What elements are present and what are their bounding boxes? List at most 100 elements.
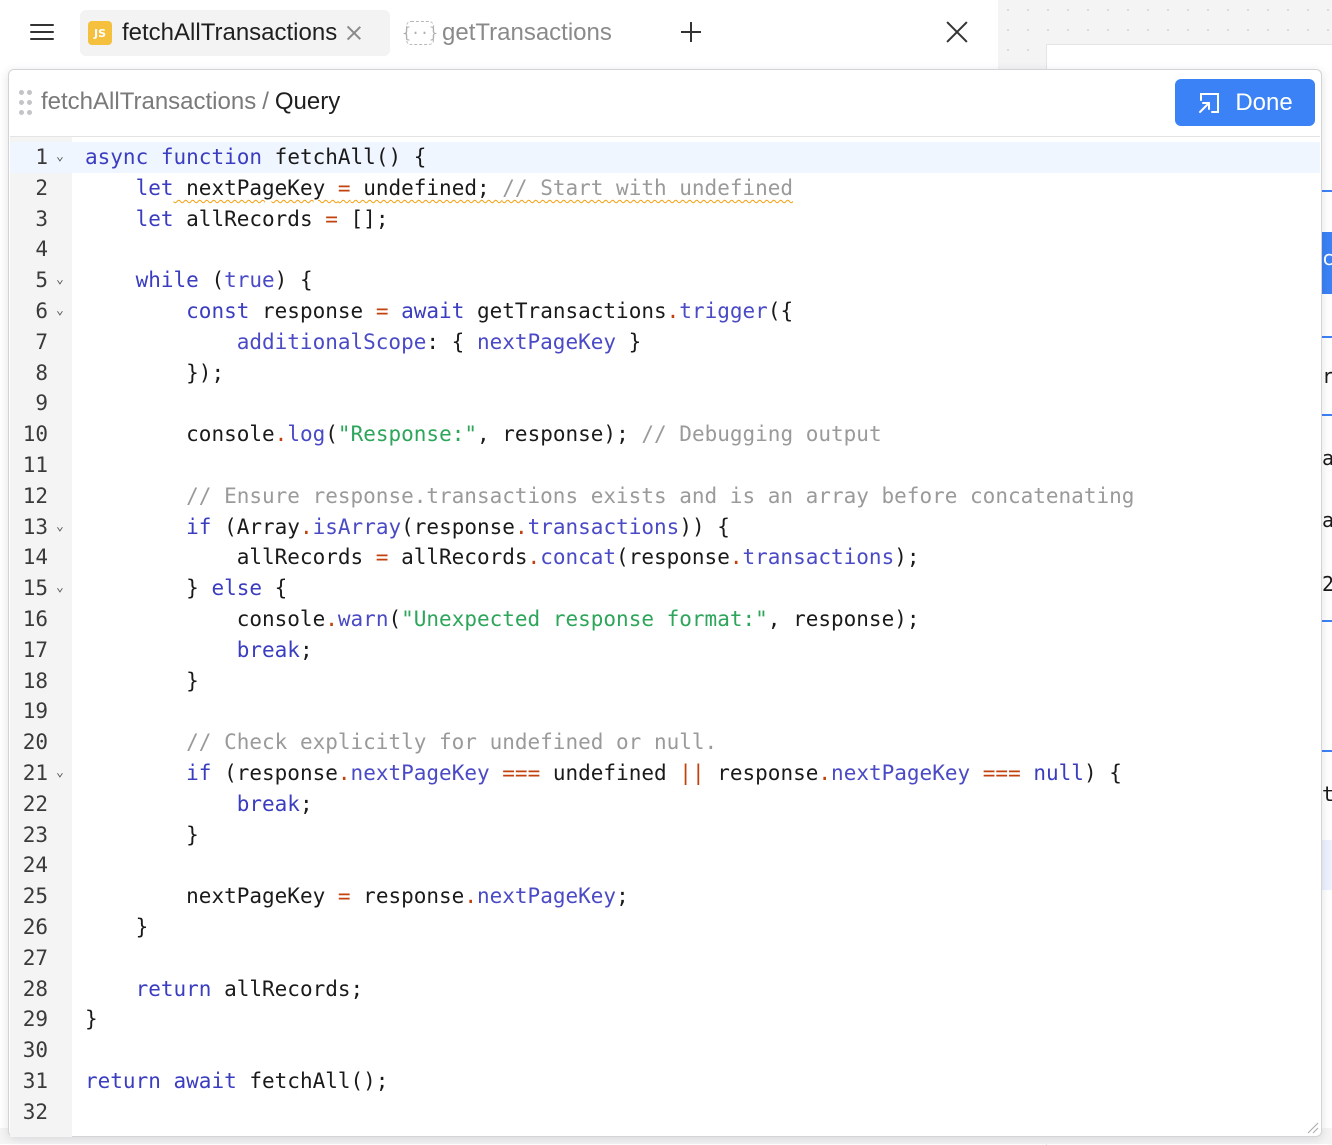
- code-line[interactable]: 23 }: [10, 820, 1320, 851]
- code-token: (: [325, 422, 338, 447]
- line-number: 17: [22, 637, 48, 662]
- code-token: allRecords: [236, 545, 376, 570]
- fold-chevron-icon[interactable]: ⌄: [56, 512, 68, 543]
- code-line[interactable]: 5 ⌄ while (true) {: [10, 265, 1320, 296]
- code-token: ||: [679, 761, 705, 785]
- code-line[interactable]: 4: [10, 234, 1320, 265]
- code-token: const: [186, 299, 250, 323]
- code-line[interactable]: 10 console.log("Response:", response); /…: [10, 419, 1320, 450]
- code-token: additionalScope: [236, 329, 427, 354]
- close-icon[interactable]: [345, 24, 363, 42]
- fold-chevron-icon[interactable]: ⌄: [56, 296, 68, 327]
- code-token: console: [186, 422, 275, 447]
- collapse-icon: [1199, 92, 1220, 113]
- code-line[interactable]: 31 return await fetchAll();: [10, 1066, 1320, 1097]
- background-mark: [1322, 414, 1332, 416]
- panel-header: fetchAllTransactions / Query Done: [9, 70, 1321, 136]
- line-number: 32: [22, 1099, 48, 1124]
- code-line[interactable]: 26 }: [10, 912, 1320, 943]
- code-line[interactable]: 32: [10, 1097, 1320, 1128]
- code-line[interactable]: 9: [10, 388, 1320, 419]
- code-line[interactable]: 14 allRecords = allRecords.concat(respon…: [10, 542, 1320, 573]
- code-line[interactable]: 30: [10, 1035, 1320, 1066]
- background-letter: a: [1322, 446, 1332, 470]
- code-token: ===: [982, 761, 1021, 785]
- code-line[interactable]: 1 ⌄ async function fetchAll() {: [10, 142, 1320, 173]
- line-number: 4: [35, 237, 48, 262]
- code-token: null: [1033, 761, 1084, 785]
- done-label: Done: [1235, 88, 1293, 116]
- code-token: .: [527, 545, 541, 570]
- code-line[interactable]: 25 nextPageKey = response.nextPageKey;: [10, 881, 1320, 912]
- fold-chevron-icon[interactable]: ⌄: [56, 758, 68, 789]
- breadcrumb-parent[interactable]: fetchAllTransactions: [41, 88, 256, 115]
- code-line[interactable]: 12 // Ensure response.transactions exist…: [10, 481, 1320, 512]
- plus-icon[interactable]: [679, 20, 703, 44]
- code-token: fetchAll() {: [262, 145, 427, 169]
- code-line[interactable]: 3 let allRecords = [];: [10, 204, 1320, 235]
- code-line[interactable]: 2 let nextPageKey = undefined; // Start …: [10, 173, 1320, 204]
- line-number: 25: [22, 884, 48, 909]
- line-number: 18: [22, 668, 48, 693]
- code-line[interactable]: 20 // Check explicitly for undefined or …: [10, 727, 1320, 758]
- background-row: [1322, 840, 1332, 890]
- close-icon[interactable]: [946, 21, 968, 43]
- code-line[interactable]: 24: [10, 850, 1320, 881]
- code-token: if: [186, 514, 212, 539]
- line-number: 15: [22, 576, 48, 601]
- code-line[interactable]: 16 console.warn("Unexpected response for…: [10, 604, 1320, 635]
- line-number: 10: [22, 422, 48, 447]
- code-token: , response);: [767, 607, 920, 631]
- breadcrumb-current: Query: [274, 88, 341, 115]
- code-token: nextPageKey: [173, 175, 338, 200]
- code-token: nextPageKey: [476, 329, 617, 354]
- js-file-icon: JS: [88, 21, 112, 45]
- breadcrumb: fetchAllTransactions / Query: [41, 88, 340, 116]
- background-letter: 2: [1322, 572, 1332, 596]
- code-token: concat: [540, 545, 617, 570]
- fold-chevron-icon[interactable]: ⌄: [56, 573, 68, 604]
- fold-chevron-icon[interactable]: ⌄: [56, 265, 68, 296]
- code-token: console: [236, 607, 326, 631]
- code-token: .: [325, 607, 338, 631]
- code-editor[interactable]: 1 ⌄ async function fetchAll() { 2 let next…: [10, 136, 1320, 1137]
- code-token: : {: [426, 329, 477, 354]
- tab-gettransactions[interactable]: {··} getTransactions: [402, 10, 654, 56]
- done-button[interactable]: Done: [1175, 79, 1315, 126]
- line-number: 22: [22, 791, 48, 816]
- code-line[interactable]: 21 ⌄ if (response.nextPageKey === undefin…: [10, 758, 1320, 789]
- code-token: (: [198, 268, 225, 293]
- code-line[interactable]: 19: [10, 696, 1320, 727]
- code-line[interactable]: 27: [10, 943, 1320, 974]
- code-token: }: [186, 668, 199, 693]
- code-line[interactable]: 7 additionalScope: { nextPageKey }: [10, 327, 1320, 358]
- code-line[interactable]: 8 });: [10, 358, 1320, 389]
- background-mark: [1322, 190, 1332, 192]
- code-line[interactable]: 13 ⌄ if (Array.isArray(response.transacti…: [10, 512, 1320, 543]
- code-line[interactable]: 6 ⌄ const response = await getTransaction…: [10, 296, 1320, 327]
- code-line[interactable]: 22 break;: [10, 789, 1320, 820]
- line-number: 3: [35, 206, 48, 231]
- line-number: 7: [35, 329, 48, 354]
- code-line[interactable]: 15 ⌄ } else {: [10, 573, 1320, 604]
- code-token: (response: [616, 545, 730, 570]
- code-line[interactable]: 11: [10, 450, 1320, 481]
- code-token: // Debugging output: [641, 422, 882, 447]
- tab-fetchalltransactions[interactable]: JS fetchAllTransactions: [80, 10, 390, 56]
- line-number: 24: [22, 853, 48, 878]
- code-token: );: [894, 545, 920, 570]
- drag-handle-icon[interactable]: [19, 90, 33, 116]
- code-token: =: [375, 299, 389, 323]
- hamburger-menu-icon[interactable]: [30, 22, 54, 42]
- code-token: true: [224, 268, 275, 293]
- resize-handle-icon[interactable]: [1305, 1120, 1319, 1134]
- line-number: 31: [22, 1069, 48, 1093]
- code-token: ===: [502, 761, 541, 785]
- fold-chevron-icon[interactable]: ⌄: [56, 142, 68, 173]
- code-line[interactable]: 17 break;: [10, 635, 1320, 666]
- code-line[interactable]: 29}: [10, 1004, 1320, 1035]
- code-token: async: [85, 145, 149, 169]
- code-line[interactable]: 18 }: [10, 666, 1320, 697]
- code-line[interactable]: 28 return allRecords;: [10, 974, 1320, 1005]
- code-token: , response);: [477, 422, 642, 447]
